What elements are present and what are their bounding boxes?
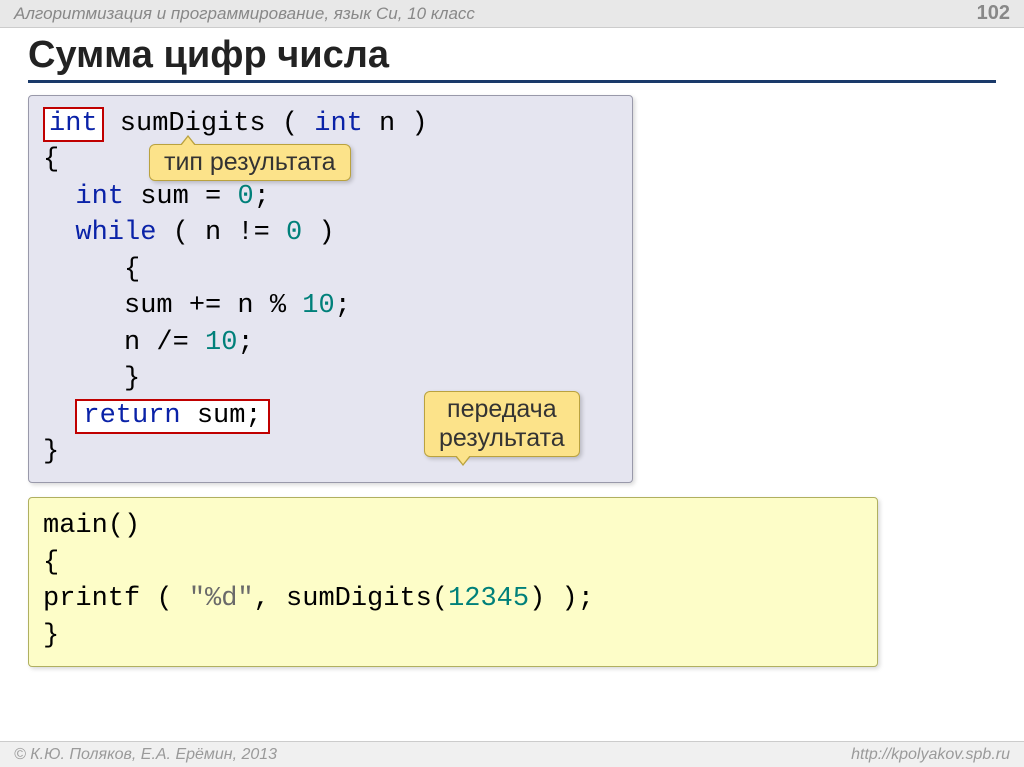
code-block-main: main() { printf ( "%d", sumDigits(12345)… (28, 497, 878, 667)
code-line: main() (43, 508, 863, 544)
code-line: { (43, 545, 863, 581)
code-line: { (43, 252, 618, 288)
slide-number: 102 (977, 2, 1010, 25)
code-line: while ( n != 0 ) (43, 215, 618, 251)
code-line: sum += n % 10; (43, 288, 618, 324)
code-line: int sum = 0; (43, 179, 618, 215)
footer-bar: © К.Ю. Поляков, Е.А. Ерёмин, 2013 http:/… (0, 741, 1024, 767)
footer-url: http://kpolyakov.spb.ru (851, 746, 1010, 764)
code-line: } (43, 618, 863, 654)
slide-title: Сумма цифр числа (28, 34, 996, 83)
callout-return-value: передача результата (424, 391, 580, 457)
code-block-function: int sumDigits ( int n ) { int sum = 0; w… (28, 95, 633, 483)
footer-copyright: © К.Ю. Поляков, Е.А. Ерёмин, 2013 (14, 746, 277, 764)
callout-return-type: тип результата (149, 144, 351, 181)
code-line: printf ( "%d", sumDigits(12345) ); (43, 581, 863, 617)
highlight-return-type: int (43, 107, 104, 142)
code-line: n /= 10; (43, 325, 618, 361)
header-title: Алгоритмизация и программирование, язык … (14, 4, 475, 24)
highlight-return-stmt: return sum; (75, 399, 269, 434)
header-bar: Алгоритмизация и программирование, язык … (0, 0, 1024, 28)
content-area: Сумма цифр числа int sumDigits ( int n )… (0, 28, 1024, 667)
code-line: int sumDigits ( int n ) (43, 106, 618, 142)
